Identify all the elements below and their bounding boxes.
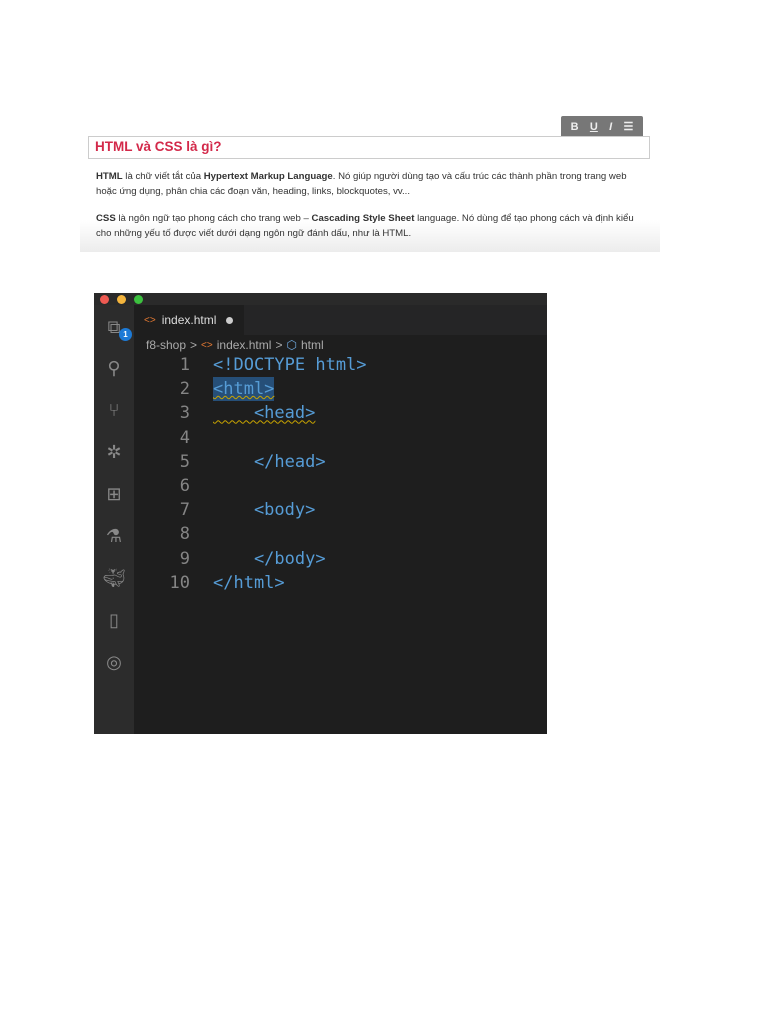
testing-flask-icon[interactable]: ⚗ — [102, 524, 126, 548]
article-panel: B U I ☰ HTML và CSS là gì? HTML là chữ v… — [80, 115, 660, 252]
line-number: 4 — [179, 427, 190, 448]
italic-button[interactable]: I — [609, 121, 612, 133]
git-graph-icon[interactable]: ◎ — [102, 650, 126, 674]
html-file-icon: <> — [201, 339, 213, 351]
line-number: 6 — [179, 476, 190, 496]
code-editor-window: ⧉ 1 ⚲ ⑂ ✲ ⊞ ⚗ 🐳︎ ▯ ◎ <> index.html f8-sho… — [94, 293, 547, 734]
unsaved-dot-icon[interactable] — [226, 316, 234, 324]
tab-bar: <> index.html — [134, 305, 547, 335]
bold-text: Cascading Style Sheet — [311, 213, 415, 224]
breadcrumb-file[interactable]: index.html — [217, 338, 272, 352]
explorer-icon[interactable]: ⧉ 1 — [102, 315, 132, 341]
title-bar — [94, 293, 547, 305]
text: là chữ viết tắt của — [122, 171, 204, 182]
line-number: 8 — [179, 524, 190, 545]
activity-bar: ⧉ 1 ⚲ ⑂ ✲ ⊞ ⚗ 🐳︎ ▯ ◎ — [94, 305, 134, 734]
breadcrumb: f8-shop > <> index.html > ⬡ html — [146, 338, 324, 352]
line-number: 9 — [179, 548, 190, 569]
code-text: <html> — [213, 377, 275, 402]
breadcrumb-folder[interactable]: f8-shop — [146, 338, 186, 352]
bold-text: CSS — [96, 213, 116, 224]
bold-text: Hypertext Markup Language — [203, 171, 333, 182]
breadcrumb-symbol[interactable]: html — [301, 338, 324, 352]
line-number: 1 — [179, 355, 190, 375]
code-text: <body> — [213, 500, 316, 521]
minimize-button[interactable] — [117, 295, 126, 304]
docker-icon[interactable]: 🐳︎ — [102, 566, 126, 590]
underline-button[interactable]: U — [590, 121, 598, 133]
heading-input[interactable]: HTML và CSS là gì? — [88, 136, 650, 159]
tab-label: index.html — [161, 313, 217, 327]
maximize-button[interactable] — [134, 295, 143, 304]
list-button[interactable]: ☰ — [623, 120, 633, 133]
text: là ngôn ngữ tạo phong cách cho trang web… — [115, 213, 312, 224]
breadcrumb-separator: > — [190, 338, 198, 352]
code-text: <head> — [213, 403, 316, 424]
bold-text: HTML — [96, 171, 123, 182]
line-number: 3 — [179, 403, 190, 424]
book-icon[interactable]: ▯ — [102, 608, 126, 632]
element-cube-icon: ⬡ — [286, 338, 297, 352]
code-text: </html> — [213, 572, 285, 593]
extensions-icon[interactable]: ⊞ — [102, 482, 126, 506]
search-icon[interactable]: ⚲ — [102, 356, 126, 380]
format-toolbar: B U I ☰ — [561, 116, 643, 137]
line-number: 10 — [169, 572, 190, 593]
paragraph-html: HTML là chữ viết tắt của Hypertext Marku… — [96, 170, 646, 199]
line-number: 2 — [179, 379, 190, 400]
bold-button[interactable]: B — [571, 121, 579, 133]
code-text: </head> — [213, 451, 326, 472]
code-text: <!DOCTYPE html> — [213, 355, 367, 375]
explorer-badge: 1 — [119, 328, 132, 341]
close-button[interactable] — [100, 295, 109, 304]
debug-icon[interactable]: ✲ — [102, 440, 126, 464]
line-number: 7 — [179, 500, 190, 521]
line-number: 5 — [179, 451, 190, 472]
code-text: </body> — [213, 548, 326, 569]
tab-index-html[interactable]: <> index.html — [134, 305, 244, 335]
source-control-icon[interactable]: ⑂ — [102, 398, 126, 422]
breadcrumb-separator: > — [275, 338, 283, 352]
paragraph-css: CSS là ngôn ngữ tạo phong cách cho trang… — [96, 212, 646, 241]
html-file-icon: <> — [144, 314, 156, 326]
